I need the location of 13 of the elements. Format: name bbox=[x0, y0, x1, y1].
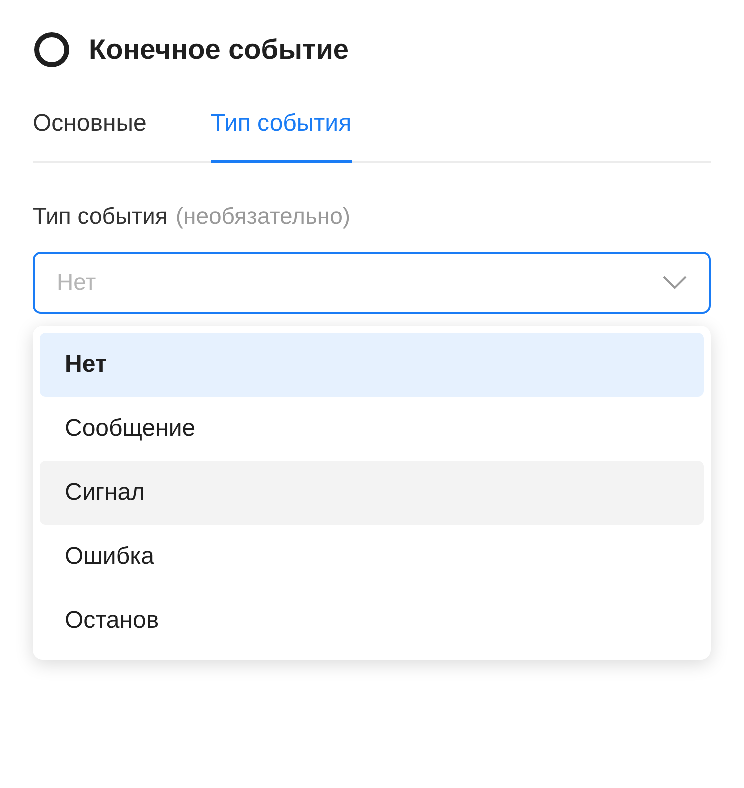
dropdown-option[interactable]: Ошибка bbox=[40, 524, 704, 588]
optional-hint: (необязательно) bbox=[176, 202, 351, 231]
circle-icon bbox=[33, 31, 71, 69]
dropdown-option[interactable]: Останов bbox=[40, 588, 704, 652]
panel-title: Конечное событие bbox=[89, 33, 349, 67]
dropdown-option[interactable]: Сигнал bbox=[40, 460, 704, 524]
dropdown-option[interactable]: Нет bbox=[40, 332, 704, 396]
tab[interactable]: Тип события bbox=[210, 106, 352, 163]
chevron-down-icon bbox=[663, 276, 687, 290]
field-label: Тип события bbox=[33, 202, 168, 231]
select-placeholder: Нет bbox=[57, 268, 96, 298]
dropdown-option[interactable]: Сообщение bbox=[40, 396, 704, 460]
tab[interactable]: Основные bbox=[33, 106, 147, 163]
